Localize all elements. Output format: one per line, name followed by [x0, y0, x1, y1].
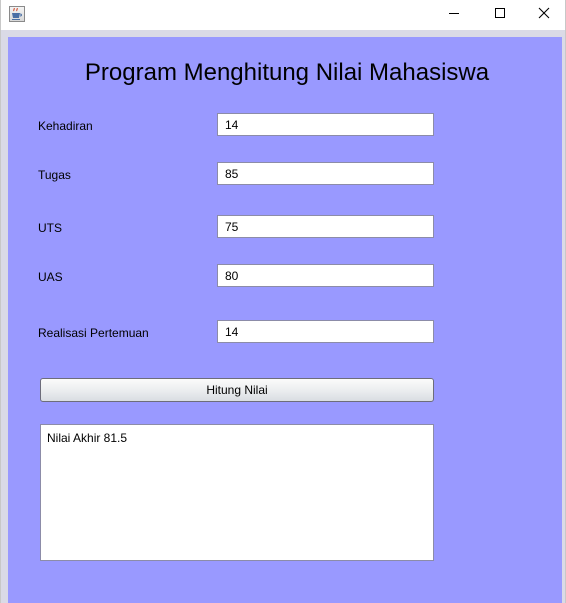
application-window: Program Menghitung Nilai Mahasiswa Kehad…: [0, 0, 566, 603]
minimize-button[interactable]: [431, 0, 477, 30]
close-icon: [538, 6, 550, 24]
title-bar[interactable]: [1, 0, 565, 30]
minimize-icon: [448, 6, 460, 24]
uas-input[interactable]: [217, 264, 434, 287]
close-button[interactable]: [521, 0, 566, 30]
result-output-area[interactable]: Nilai Akhir 81.5: [40, 424, 434, 561]
uts-label: UTS: [38, 221, 62, 235]
hitung-nilai-button[interactable]: Hitung Nilai: [40, 378, 434, 402]
page-title: Program Menghitung Nilai Mahasiswa: [84, 59, 490, 86]
form-panel: Program Menghitung Nilai Mahasiswa Kehad…: [8, 37, 562, 603]
uas-label: UAS: [38, 270, 63, 284]
java-coffee-cup-icon[interactable]: [9, 6, 25, 22]
tugas-input[interactable]: [217, 162, 434, 185]
window-client-area: Program Menghitung Nilai Mahasiswa Kehad…: [1, 30, 565, 603]
maximize-icon: [494, 6, 506, 24]
uts-input[interactable]: [217, 215, 434, 238]
maximize-button[interactable]: [477, 0, 523, 30]
kehadiran-input[interactable]: [217, 113, 434, 136]
kehadiran-label: Kehadiran: [38, 119, 93, 133]
tugas-label: Tugas: [38, 168, 71, 182]
realisasi-pertemuan-input[interactable]: [217, 320, 434, 343]
realisasi-pertemuan-label: Realisasi Pertemuan: [38, 326, 149, 340]
